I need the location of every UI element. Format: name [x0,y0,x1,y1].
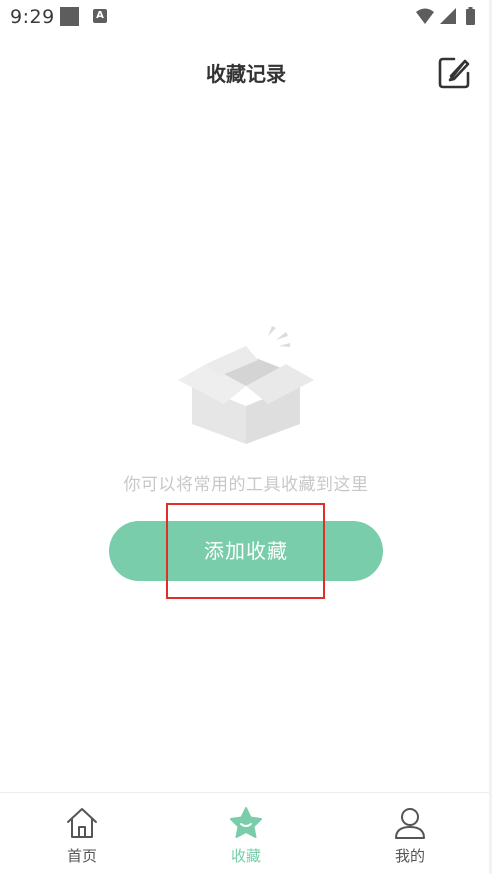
nav-item-mine[interactable]: 我的 [360,801,460,867]
header: 收藏记录 [0,36,492,106]
home-icon [67,808,97,838]
nav-item-home[interactable]: 首页 [32,801,132,867]
star-icon [230,807,262,838]
bottom-nav: 首页 收藏 我的 [0,792,492,875]
edit-button[interactable] [434,53,474,93]
nav-label-favorites: 收藏 [230,847,261,865]
page-title: 收藏记录 [206,62,286,86]
empty-box-icon [178,326,314,444]
edit-icon [438,57,470,89]
status-bar: 9:29 A [0,0,492,36]
nav-label-mine: 我的 [394,847,425,865]
nav-item-favorites[interactable]: 收藏 [196,801,296,867]
square-icon [60,7,79,26]
user-icon [395,808,425,839]
battery-icon [466,7,475,25]
a-icon: A [93,9,107,23]
status-time: 9:29 [10,6,55,28]
wifi-icon [416,8,434,24]
highlight-box [166,503,325,599]
nav-label-home: 首页 [66,847,97,865]
signal-icon [440,8,456,24]
empty-message: 你可以将常用的工具收藏到这里 [123,475,369,495]
status-icons [416,7,475,25]
